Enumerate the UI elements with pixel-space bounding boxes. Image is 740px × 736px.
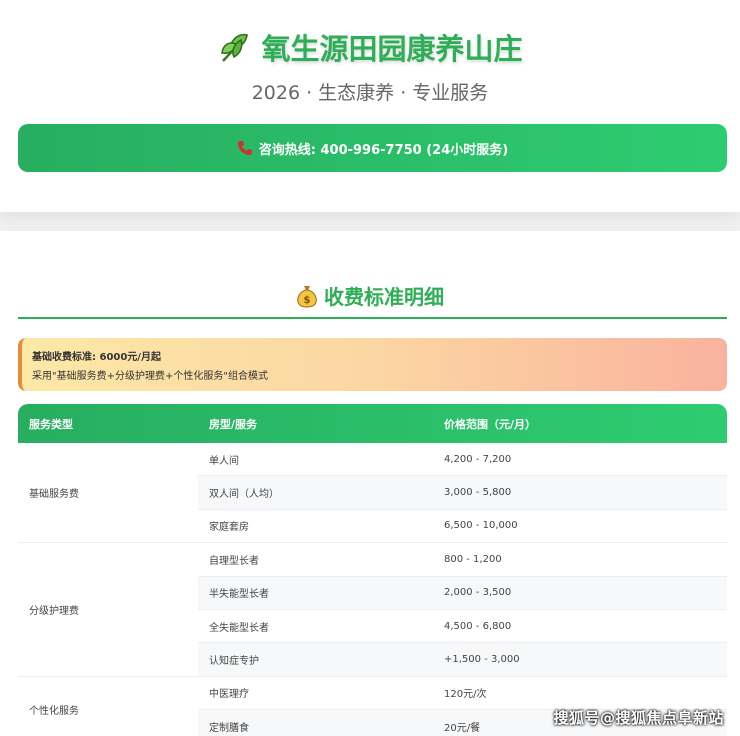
- money-bag-icon: $: [296, 284, 318, 308]
- title-row: 氧生源田园康养山庄: [0, 26, 740, 69]
- service-cell: 认知症专护: [209, 656, 259, 668]
- service-cell: 全失能型长者: [209, 622, 269, 634]
- price-cell: +1,500 - 3,000: [444, 654, 520, 666]
- pricing-table: 服务类型 房型/服务 价格范围（元/月） 基础服务费 单人间 4,200 - 7…: [18, 404, 727, 736]
- pricing-card: $ 收费标准明细 基础收费标准: 6000元/月起 采用"基础服务费+分级护理费…: [0, 231, 740, 736]
- header-service-type: 服务类型: [29, 417, 73, 431]
- group-label: 个性化服务: [18, 676, 198, 736]
- price-cell: 4,200 - 7,200: [444, 453, 512, 465]
- notice-line-2: 采用"基础服务费+分级护理费+个性化服务"组合模式: [32, 371, 268, 382]
- table-row: 认知症专护 +1,500 - 3,000: [198, 643, 727, 677]
- subtitle: 2026 · 生态康养 · 专业服务: [251, 82, 489, 104]
- header-price-range: 价格范围（元/月）: [444, 417, 537, 431]
- table-body: 基础服务费 单人间 4,200 - 7,200 双人间（人均） 3,000 - …: [18, 443, 727, 736]
- table-row: 半失能型长者 2,000 - 3,500: [198, 576, 727, 610]
- section-title-text: 收费标准明细: [324, 285, 444, 309]
- table-row: 中医理疗 120元/次: [198, 676, 727, 711]
- table-row: 单人间 4,200 - 7,200: [198, 443, 727, 477]
- section-title: $ 收费标准明细: [0, 281, 740, 310]
- group-label: 基础服务费: [18, 443, 198, 544]
- phone-icon: [237, 140, 253, 156]
- group-label: 分级护理费: [18, 543, 198, 677]
- svg-text:$: $: [304, 295, 311, 306]
- header: 氧生源田园康养山庄 2026 · 生态康养 · 专业服务 咨询热线: 400-9…: [0, 0, 740, 212]
- notice-line-1: 基础收费标准: 6000元/月起: [32, 352, 161, 363]
- price-cell: 4,500 - 6,800: [444, 620, 512, 632]
- table-header: 服务类型 房型/服务 价格范围（元/月）: [18, 404, 727, 443]
- hotline-banner[interactable]: 咨询热线: 400-996-7750 (24小时服务): [18, 124, 727, 172]
- table-row: 双人间（人均） 3,000 - 5,800: [198, 476, 727, 510]
- group-basic: 基础服务费 单人间 4,200 - 7,200 双人间（人均） 3,000 - …: [18, 443, 727, 544]
- service-cell: 半失能型长者: [209, 589, 269, 601]
- pricing-notice: 基础收费标准: 6000元/月起 采用"基础服务费+分级护理费+个性化服务"组合…: [18, 338, 727, 391]
- table-row: 自理型长者 800 - 1,200: [198, 543, 727, 577]
- service-cell: 中医理疗: [209, 689, 249, 701]
- leaf-icon: [217, 29, 253, 65]
- price-cell: 800 - 1,200: [444, 553, 502, 565]
- title-text: 氧生源田园康养山庄: [261, 32, 523, 66]
- group-care: 分级护理费 自理型长者 800 - 1,200 半失能型长者 2,000 - 3…: [18, 543, 727, 677]
- hotline-text: 咨询热线: 400-996-7750 (24小时服务): [258, 142, 509, 158]
- table-row: 家庭套房 6,500 - 10,000: [198, 509, 727, 544]
- price-cell: 6,500 - 10,000: [444, 520, 518, 532]
- section-divider: [18, 317, 727, 319]
- header-room-service: 房型/服务: [209, 417, 258, 431]
- price-cell: 3,000 - 5,800: [444, 487, 512, 499]
- service-cell: 定制膳食: [209, 722, 249, 734]
- page-title: 氧生源田园康养山庄: [217, 26, 523, 68]
- price-cell: 120元/次: [444, 689, 487, 701]
- service-cell: 双人间（人均）: [209, 489, 279, 501]
- service-cell: 单人间: [209, 455, 239, 467]
- service-cell: 家庭套房: [209, 522, 249, 534]
- price-cell: 2,000 - 3,500: [444, 587, 512, 599]
- service-cell: 自理型长者: [209, 555, 259, 567]
- table-row: 全失能型长者 4,500 - 6,800: [198, 609, 727, 644]
- watermark: 搜狐号@搜狐焦点阜新站: [553, 709, 724, 727]
